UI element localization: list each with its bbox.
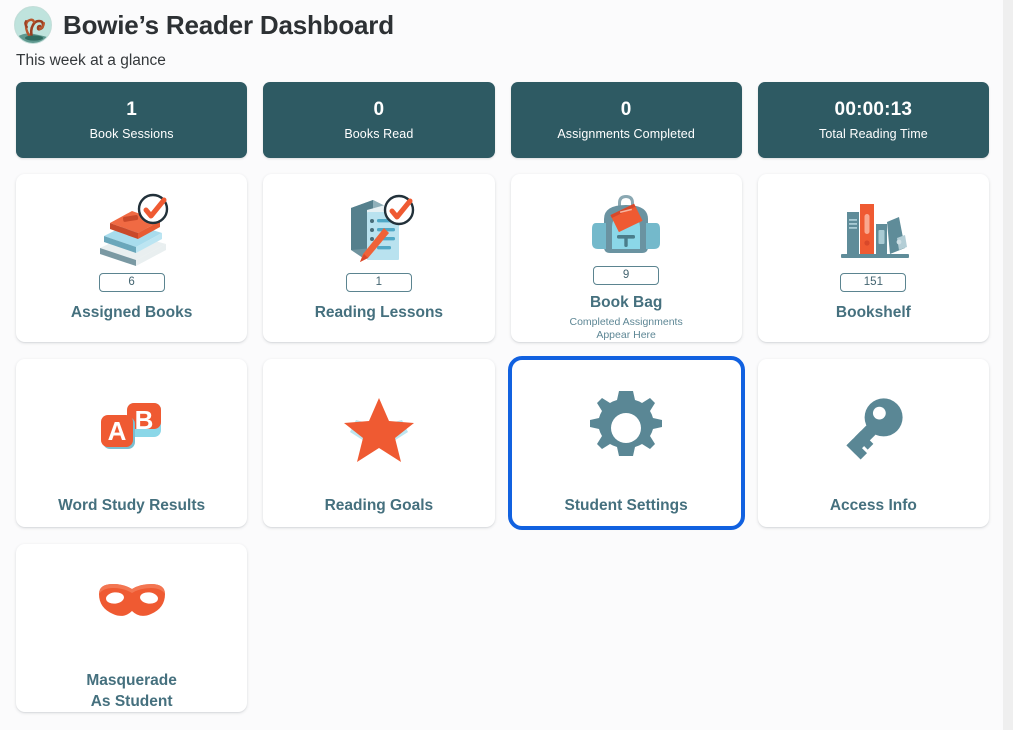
tile-label: Book Bag — [589, 293, 663, 311]
tile-word-study-results[interactable]: A B Word Study Results — [16, 359, 248, 527]
stat-label: Assignments Completed — [557, 127, 695, 142]
tile-access-info[interactable]: Access Info — [757, 359, 989, 527]
tile-label: Bookshelf — [835, 304, 911, 321]
tile-bookshelf[interactable]: 151 Bookshelf — [757, 174, 989, 342]
tile-masquerade-as-student[interactable]: Masquerade As Student — [16, 544, 248, 712]
tile-label: Masquerade As Student — [86, 672, 177, 710]
tile-sublabel: Completed Assignments Appear Here — [569, 316, 683, 342]
stat-card-book-sessions: 1 Book Sessions — [16, 82, 248, 158]
stat-card-assignments-completed: 0 Assignments Completed — [510, 82, 742, 158]
tile-label: Reading Goals — [324, 497, 434, 514]
stat-label: Total Reading Time — [818, 127, 928, 142]
lesson-checklist-pencil-icon — [337, 187, 421, 271]
page-subtitle: This week at a glance — [16, 52, 166, 69]
tile-reading-goals[interactable]: Reading Goals — [263, 359, 495, 527]
tile-student-settings[interactable]: Student Settings — [507, 356, 745, 530]
ab-blocks-icon: A B — [89, 378, 175, 478]
tile-label: Access Info — [829, 497, 917, 514]
svg-text:A: A — [107, 416, 126, 446]
page-title: Bowie’s Reader Dashboard — [63, 9, 394, 40]
tile-label: Reading Lessons — [314, 304, 444, 321]
content-pane: Bowie’s Reader Dashboard This week at a … — [0, 0, 1003, 730]
tile-label: Assigned Books — [70, 304, 193, 321]
tree-squirrel-logo-icon — [14, 6, 52, 44]
key-icon — [830, 378, 916, 478]
stat-card-books-read: 0 Books Read — [263, 82, 495, 158]
dashboard-page: Bowie’s Reader Dashboard This week at a … — [0, 0, 1013, 730]
stacked-books-check-icon — [90, 187, 174, 271]
stat-card-total-reading-time: 00:00:13 Total Reading Time — [757, 82, 989, 158]
page-header: Bowie’s Reader Dashboard — [0, 0, 1003, 44]
tile-book-bag[interactable]: 9 Book Bag Completed Assignments Appear H… — [510, 174, 742, 342]
stat-value: 0 — [373, 98, 385, 120]
backpack-icon — [584, 187, 668, 264]
count-badge: 9 — [593, 265, 660, 285]
stat-label: Book Sessions — [89, 127, 174, 142]
tiles-grid: 6 Assigned Books 1 Reading Lessons 9 Boo… — [16, 174, 989, 712]
count-badge: 1 — [345, 273, 412, 292]
stat-label: Books Read — [344, 127, 414, 142]
tile-label: Word Study Results — [58, 497, 206, 514]
stats-row: 1 Book Sessions 0 Books Read 0 Assignmen… — [16, 82, 989, 158]
star-icon — [336, 378, 422, 478]
tile-assigned-books[interactable]: 6 Assigned Books — [16, 174, 248, 342]
tile-reading-lessons[interactable]: 1 Reading Lessons — [263, 174, 495, 342]
svg-text:B: B — [134, 405, 153, 435]
stat-value: 00:00:13 — [834, 98, 913, 120]
tile-label: Student Settings — [564, 497, 688, 514]
stat-value: 1 — [126, 98, 138, 120]
mask-icon — [89, 561, 175, 649]
count-badge: 151 — [840, 273, 907, 292]
right-edge-strip — [1003, 0, 1013, 730]
gear-icon — [583, 378, 669, 478]
count-badge: 6 — [98, 273, 165, 292]
stat-value: 0 — [620, 98, 632, 120]
bookshelf-icon — [831, 187, 915, 271]
